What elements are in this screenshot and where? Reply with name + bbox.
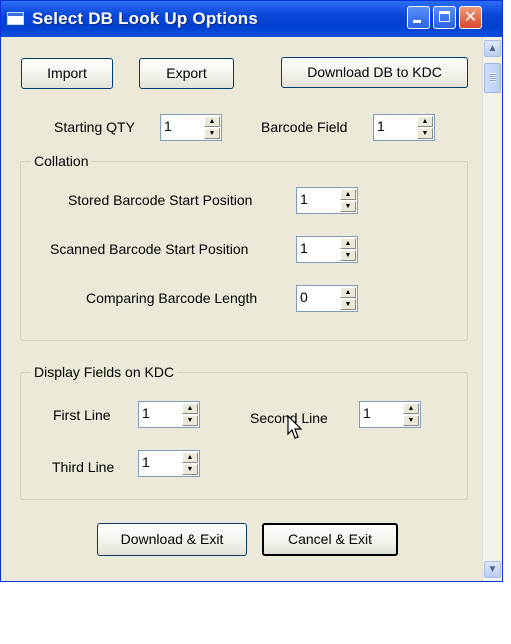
spin-up-icon[interactable]: ▲ (182, 403, 198, 414)
scrollbar-thumb[interactable] (484, 63, 501, 93)
spin-up-icon[interactable]: ▲ (204, 116, 220, 127)
spin-up-icon[interactable]: ▲ (182, 452, 198, 463)
spin-down-icon[interactable]: ▼ (417, 128, 433, 139)
spin-down-icon[interactable]: ▼ (204, 128, 220, 139)
comparing-length-label: Comparing Barcode Length (86, 290, 258, 306)
cancel-exit-button[interactable]: Cancel & Exit (262, 523, 398, 556)
barcode-field-label: Barcode Field (261, 119, 348, 135)
barcode-field-spinner[interactable]: 1 ▲ ▼ (373, 114, 435, 141)
title-bar[interactable]: Select DB Look Up Options ✕ (1, 1, 502, 37)
third-line-value[interactable]: 1 (142, 454, 150, 470)
vertical-scrollbar[interactable]: ▲ ▼ (482, 37, 502, 581)
minimize-button[interactable] (407, 6, 430, 29)
third-line-label: Third Line (52, 459, 115, 475)
scroll-down-icon[interactable]: ▼ (484, 561, 501, 578)
mouse-cursor-icon (287, 415, 303, 439)
spin-down-icon[interactable]: ▼ (340, 250, 356, 261)
display-fields-group-title: Display Fields on KDC (31, 364, 178, 380)
export-button[interactable]: Export (139, 58, 234, 89)
stored-start-spinner[interactable]: 1 ▲ ▼ (296, 187, 358, 214)
scanned-start-spinner[interactable]: 1 ▲ ▼ (296, 236, 358, 263)
dialog-client-area: Import Export Download DB to KDC Startin… (3, 37, 482, 581)
spin-down-icon[interactable]: ▼ (403, 415, 419, 426)
comparing-length-value[interactable]: 0 (300, 289, 308, 305)
dialog-window: Select DB Look Up Options ✕ Import Expor… (0, 0, 503, 582)
window-title: Select DB Look Up Options (32, 9, 259, 28)
first-line-spinner[interactable]: 1 ▲ ▼ (138, 401, 200, 428)
app-icon (7, 12, 24, 25)
stored-start-value[interactable]: 1 (300, 191, 308, 207)
starting-qty-spinner[interactable]: 1 ▲ ▼ (160, 114, 222, 141)
comparing-length-spinner[interactable]: 0 ▲ ▼ (296, 285, 358, 312)
spin-down-icon[interactable]: ▼ (340, 201, 356, 212)
spin-up-icon[interactable]: ▲ (403, 403, 419, 414)
download-exit-button[interactable]: Download & Exit (97, 523, 247, 556)
download-db-button[interactable]: Download DB to KDC (281, 57, 468, 88)
second-line-spinner[interactable]: 1 ▲ ▼ (359, 401, 421, 428)
spin-down-icon[interactable]: ▼ (182, 415, 198, 426)
scanned-start-label: Scanned Barcode Start Position (50, 241, 249, 257)
spin-up-icon[interactable]: ▲ (340, 287, 356, 298)
barcode-field-value[interactable]: 1 (377, 118, 385, 134)
starting-qty-label: Starting QTY (54, 119, 135, 135)
first-line-label: First Line (53, 407, 111, 423)
second-line-value[interactable]: 1 (363, 405, 371, 421)
first-line-value[interactable]: 1 (142, 405, 150, 421)
spin-up-icon[interactable]: ▲ (417, 116, 433, 127)
spin-up-icon[interactable]: ▲ (340, 238, 356, 249)
stored-start-label: Stored Barcode Start Position (68, 192, 253, 208)
spin-up-icon[interactable]: ▲ (340, 189, 356, 200)
scroll-up-icon[interactable]: ▲ (484, 40, 501, 57)
collation-group-title: Collation (31, 153, 92, 169)
maximize-button[interactable] (433, 6, 456, 29)
display-fields-group: Display Fields on KDC (20, 364, 468, 500)
spin-down-icon[interactable]: ▼ (182, 464, 198, 475)
spin-down-icon[interactable]: ▼ (340, 299, 356, 310)
close-icon: ✕ (463, 9, 478, 26)
import-button[interactable]: Import (21, 58, 113, 89)
starting-qty-value[interactable]: 1 (164, 118, 172, 134)
close-button[interactable]: ✕ (459, 6, 482, 29)
scanned-start-value[interactable]: 1 (300, 240, 308, 256)
third-line-spinner[interactable]: 1 ▲ ▼ (138, 450, 200, 477)
